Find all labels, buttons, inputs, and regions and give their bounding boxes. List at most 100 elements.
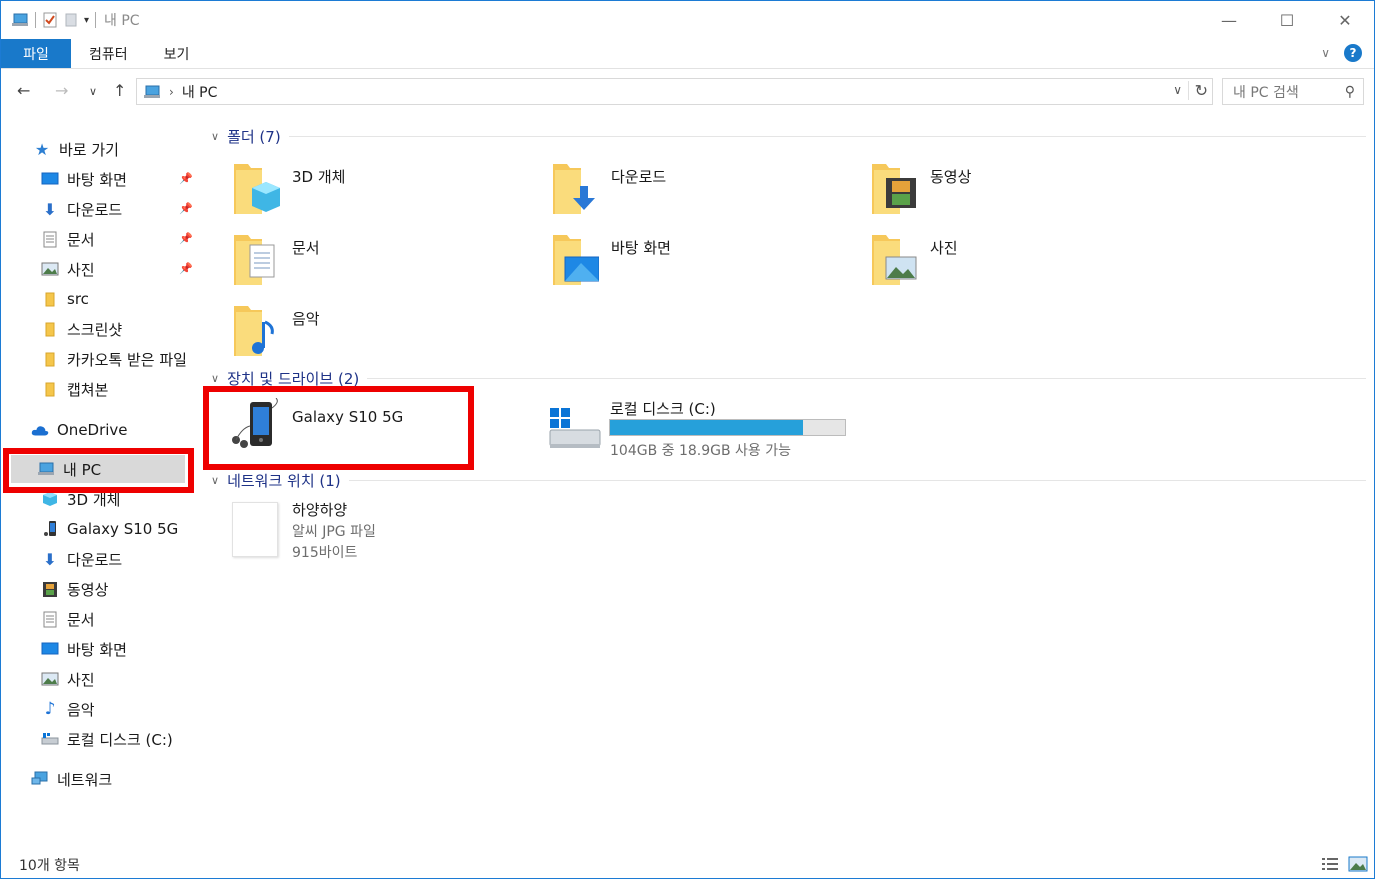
collapse-chevron-icon[interactable]: ∨	[211, 372, 219, 385]
network-item-file[interactable]: 하양하양 알씨 JPG 파일 915바이트	[232, 499, 532, 569]
nav-item-galaxy[interactable]: Galaxy S10 5G	[1, 515, 199, 543]
folder-label: 음악	[292, 310, 320, 328]
nav-network[interactable]: 네트워크	[1, 765, 199, 793]
nav-label: 음악	[67, 700, 95, 719]
nav-item-documents-pc[interactable]: 문서	[1, 605, 199, 633]
nav-item-src[interactable]: src	[1, 285, 199, 313]
nav-item-desktop[interactable]: 바탕 화면 📌	[1, 165, 199, 193]
nav-label: 동영상	[67, 580, 109, 599]
file-size: 915바이트	[292, 545, 358, 561]
group-header-folders[interactable]: ∨ 폴더 (7)	[211, 125, 1366, 147]
address-dropdown-icon[interactable]: ∨	[1173, 83, 1182, 97]
folder-documents[interactable]: 문서	[232, 231, 532, 291]
properties-icon[interactable]	[42, 12, 58, 28]
folder-music[interactable]: 음악	[232, 302, 532, 362]
file-name: 하양하양	[292, 501, 348, 519]
close-button[interactable]: ✕	[1316, 1, 1374, 39]
drive-icon	[549, 408, 601, 448]
nav-item-documents[interactable]: 문서 📌	[1, 225, 199, 253]
desktop-icon	[41, 170, 59, 188]
pin-icon[interactable]: 📌	[179, 172, 193, 185]
nav-item-music[interactable]: ♪ 음악	[1, 695, 199, 723]
maximize-button[interactable]: ☐	[1258, 1, 1316, 39]
phone-icon	[41, 520, 59, 538]
pin-icon[interactable]: 📌	[179, 262, 193, 275]
nav-quick-access[interactable]: ★ 바로 가기	[1, 135, 199, 163]
folder-label: 동영상	[930, 168, 972, 186]
back-button[interactable]: ←	[17, 81, 30, 100]
folder-desktop[interactable]: 바탕 화면	[551, 231, 851, 291]
up-button[interactable]: ↑	[113, 81, 126, 100]
nav-item-pictures[interactable]: 사진 📌	[1, 255, 199, 283]
folder-label: 바탕 화면	[611, 239, 671, 257]
pin-icon[interactable]: 📌	[179, 232, 193, 245]
search-input[interactable]: 내 PC 검색 ⚲	[1222, 78, 1364, 105]
highlight-box-this-pc	[3, 448, 194, 493]
nav-label: 문서	[67, 230, 95, 249]
folder-label: 문서	[292, 239, 320, 257]
ribbon-tabs: 파일 컴퓨터 보기 ∨ ?	[1, 39, 1374, 69]
blank-image-thumbnail	[232, 502, 278, 557]
folder-icon	[41, 290, 59, 308]
nav-item-desktop-pc[interactable]: 바탕 화면	[1, 635, 199, 663]
search-icon: ⚲	[1344, 83, 1355, 100]
tab-computer[interactable]: 컴퓨터	[71, 39, 146, 68]
title-bar: ▾ 내 PC — ☐ ✕	[1, 1, 1374, 39]
folder-3d-objects[interactable]: 3D 개체	[232, 160, 532, 220]
group-title: 네트워크 위치 (1)	[227, 471, 341, 490]
folder-downloads[interactable]: 다운로드	[551, 160, 851, 220]
chevron-right-icon[interactable]: ›	[169, 85, 174, 99]
content-pane: ∨ 폴더 (7) 3D 개체 다운로드 동영상 문서 바탕 화면 사진 음악 ∨…	[203, 116, 1366, 846]
new-folder-icon[interactable]	[64, 12, 78, 28]
nav-label: 네트워크	[57, 770, 113, 789]
folder-pictures-icon	[872, 235, 917, 285]
customize-dropdown-icon[interactable]: ▾	[84, 15, 89, 26]
help-icon[interactable]: ?	[1344, 44, 1362, 62]
folder-icon	[41, 380, 59, 398]
status-bar: 10개 항목	[1, 851, 1374, 879]
forward-button[interactable]: →	[55, 81, 68, 100]
recent-locations-icon[interactable]: ∨	[89, 85, 97, 98]
divider	[288, 135, 1366, 137]
tab-view[interactable]: 보기	[146, 39, 208, 68]
separator	[35, 12, 36, 28]
quick-access-toolbar: ▾	[11, 12, 97, 28]
film-icon	[41, 580, 59, 598]
nav-item-kakaotalk[interactable]: 카카오톡 받은 파일	[1, 345, 199, 373]
nav-item-videos[interactable]: 동영상	[1, 575, 199, 603]
nav-label: 로컬 디스크 (C:)	[67, 730, 173, 749]
minimize-button[interactable]: —	[1200, 1, 1258, 39]
nav-label: 캡쳐본	[67, 380, 109, 399]
nav-onedrive[interactable]: OneDrive	[1, 416, 199, 444]
folder-videos[interactable]: 동영상	[870, 160, 1170, 220]
pin-icon[interactable]: 📌	[179, 202, 193, 215]
explorer-window: ▾ 내 PC — ☐ ✕ 파일 컴퓨터 보기 ∨ ? ← → ∨ ↑ › 내 P…	[0, 0, 1375, 879]
nav-item-downloads[interactable]: ⬇ 다운로드 📌	[1, 195, 199, 223]
nav-label: 바탕 화면	[67, 170, 127, 189]
large-icons-view-icon[interactable]	[1348, 855, 1368, 873]
expand-ribbon-icon[interactable]: ∨	[1321, 46, 1330, 60]
file-type: 알씨 JPG 파일	[292, 524, 376, 540]
details-view-icon[interactable]	[1320, 855, 1340, 873]
picture-icon	[41, 260, 59, 278]
folder-icon	[41, 350, 59, 368]
folder-label: 다운로드	[611, 168, 667, 186]
nav-item-captures[interactable]: 캡쳐본	[1, 375, 199, 403]
nav-item-pictures-pc[interactable]: 사진	[1, 665, 199, 693]
nav-item-downloads-pc[interactable]: ⬇ 다운로드	[1, 545, 199, 573]
nav-label: 사진	[67, 670, 95, 689]
collapse-chevron-icon[interactable]: ∨	[211, 130, 219, 143]
tab-file[interactable]: 파일	[1, 39, 71, 68]
nav-item-screenshots[interactable]: 스크린샷	[1, 315, 199, 343]
music-note-icon: ♪	[44, 699, 56, 719]
group-header-network[interactable]: ∨ 네트워크 위치 (1)	[211, 469, 1366, 491]
breadcrumb-item[interactable]: 내 PC	[182, 82, 218, 102]
collapse-chevron-icon[interactable]: ∨	[211, 474, 219, 487]
folder-3d-objects-icon	[234, 164, 280, 214]
folder-pictures[interactable]: 사진	[870, 231, 1170, 291]
group-title: 폴더 (7)	[227, 127, 281, 146]
address-bar[interactable]: › 내 PC ∨ ↻	[136, 78, 1213, 105]
folder-label: 3D 개체	[292, 168, 346, 186]
nav-item-local-disk[interactable]: 로컬 디스크 (C:)	[1, 725, 199, 753]
refresh-icon[interactable]: ↻	[1187, 81, 1208, 100]
